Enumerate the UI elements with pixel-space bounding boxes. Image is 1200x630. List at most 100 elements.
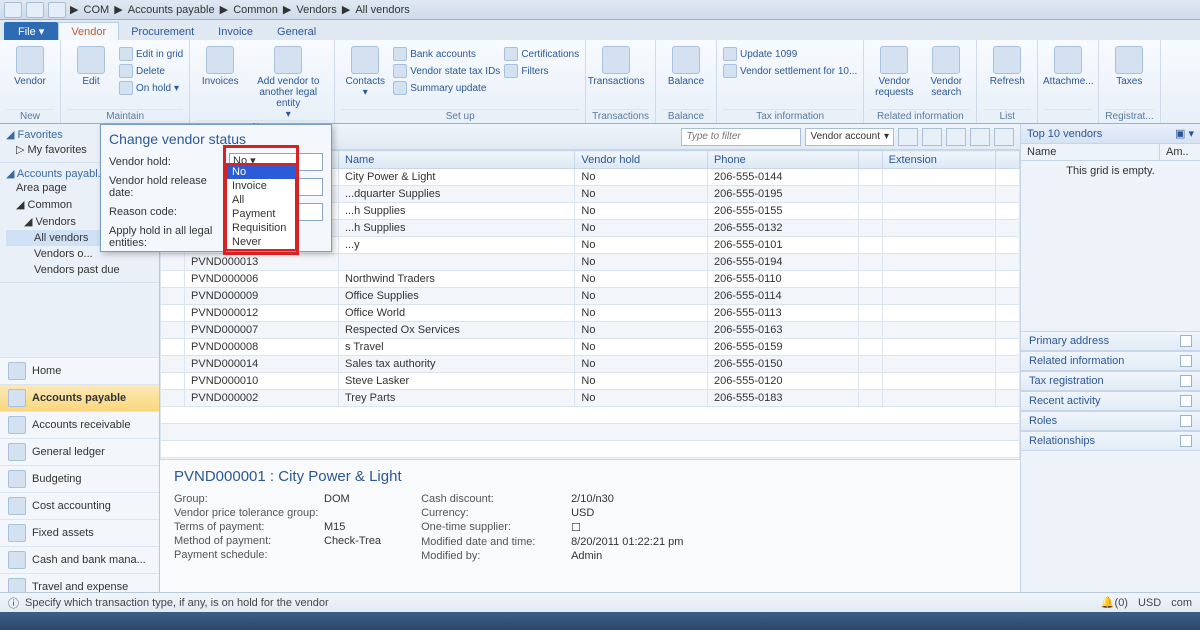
fwd-button[interactable] — [26, 2, 44, 18]
module-accounts-receivable[interactable]: Accounts receivable — [0, 411, 159, 438]
notifications-icon[interactable]: 🔔(0) — [1101, 596, 1128, 609]
hold-option-requisition[interactable]: Requisition — [227, 221, 295, 235]
bank-accounts-button[interactable]: Bank accounts — [393, 46, 500, 62]
titlebar: ▶ COM ▶ Accounts payable ▶ Common ▶ Vend… — [0, 0, 1200, 20]
table-row[interactable]: PVND000008s TravelNo206-555-0159 — [161, 339, 1020, 356]
contacts-button[interactable]: Contacts▾ — [341, 46, 389, 98]
factbox-related-information[interactable]: Related information — [1021, 351, 1200, 371]
tax-icon — [1115, 46, 1143, 74]
add-vendor-entity-button[interactable]: Add vendor to another legal entity▾ — [248, 46, 328, 120]
module-general-ledger[interactable]: General ledger — [0, 438, 159, 465]
grid-filter-button-4[interactable] — [994, 128, 1014, 146]
filter-icon — [504, 64, 518, 78]
taxes-button[interactable]: Taxes — [1105, 46, 1153, 87]
group-setup: Set up — [341, 109, 579, 123]
new-vendor-button[interactable]: Vendor — [6, 46, 54, 87]
vendor-hold-options[interactable]: NoInvoiceAllPaymentRequisitionNever — [225, 163, 297, 251]
transactions-icon — [602, 46, 630, 74]
change-vendor-status-dialog: Change vendor status Vendor hold:No ▾ Ve… — [100, 124, 332, 252]
state-tax-ids-button[interactable]: Vendor state tax IDs — [393, 63, 500, 79]
module-budgeting[interactable]: Budgeting — [0, 465, 159, 492]
module-accounts-payable[interactable]: Accounts payable — [0, 384, 159, 411]
tab-vendor[interactable]: Vendor — [58, 22, 119, 40]
attachments-button[interactable]: Attachme... — [1044, 46, 1092, 87]
on-hold-button[interactable]: On hold▾ — [119, 80, 183, 96]
tab-procurement[interactable]: Procurement — [119, 23, 206, 40]
lbl-release-date: Vendor hold release date: — [109, 175, 229, 199]
vendor-requests-button[interactable]: Vendor requests — [870, 46, 918, 98]
group-reg: Registrat... — [1105, 109, 1153, 123]
module-fixed-assets[interactable]: Fixed assets — [0, 519, 159, 546]
invoices-button[interactable]: Invoices — [196, 46, 244, 87]
tab-invoice[interactable]: Invoice — [206, 23, 265, 40]
col-header[interactable] — [995, 151, 1019, 169]
col-header[interactable]: Name — [339, 151, 575, 169]
certifications-button[interactable]: Certifications — [504, 46, 579, 62]
lbl-reason-code: Reason code: — [109, 206, 229, 218]
hold-option-invoice[interactable]: Invoice — [227, 179, 295, 193]
vendor-search-button[interactable]: Vendor search — [922, 46, 970, 98]
hold-option-no[interactable]: No — [227, 165, 295, 179]
hold-option-payment[interactable]: Payment — [227, 207, 295, 221]
module-cost-accounting[interactable]: Cost accounting — [0, 492, 159, 519]
window-icon[interactable] — [48, 2, 66, 18]
cert-icon — [504, 47, 518, 61]
col-header[interactable] — [858, 151, 882, 169]
table-row[interactable]: PVND000002Trey PartsNo206-555-0183 — [161, 390, 1020, 407]
grid-filter-button-3[interactable] — [970, 128, 990, 146]
module-cash-and-bank-mana-[interactable]: Cash and bank mana... — [0, 546, 159, 573]
file-tab[interactable]: File ▾ — [4, 22, 58, 40]
factbox-roles[interactable]: Roles — [1021, 411, 1200, 431]
factbox-tax-registration[interactable]: Tax registration — [1021, 371, 1200, 391]
go-button[interactable] — [898, 128, 918, 146]
status-text: Specify which transaction type, if any, … — [25, 597, 329, 609]
module-icon — [8, 416, 26, 434]
factbox-relationships[interactable]: Relationships — [1021, 431, 1200, 451]
table-row[interactable]: PVND000009Office SuppliesNo206-555-0114 — [161, 288, 1020, 305]
col-header[interactable]: Vendor hold — [575, 151, 708, 169]
summary-update-button[interactable]: Summary update — [393, 80, 500, 96]
module-icon — [8, 443, 26, 461]
col-header[interactable]: Phone — [707, 151, 858, 169]
table-row[interactable]: PVND000007Respected Ox ServicesNo206-555… — [161, 322, 1020, 339]
col-header[interactable]: Extension — [882, 151, 995, 169]
top-vendors-header[interactable]: Top 10 vendors▣ ▾ — [1021, 124, 1200, 144]
table-row[interactable]: PVND000014Sales tax authorityNo206-555-0… — [161, 356, 1020, 373]
balance-icon — [672, 46, 700, 74]
expand-icon — [1180, 375, 1192, 387]
vendor-settlement-button[interactable]: Vendor settlement for 10... — [723, 63, 857, 79]
hold-option-never[interactable]: Never — [227, 235, 295, 249]
vendor-icon — [16, 46, 44, 74]
table-row[interactable]: PVND000006Northwind TradersNo206-555-011… — [161, 271, 1020, 288]
expand-icon — [1180, 415, 1192, 427]
expand-icon — [1180, 435, 1192, 447]
module-icon — [8, 362, 26, 380]
update-1099-button[interactable]: Update 1099 — [723, 46, 857, 62]
edit-button[interactable]: Edit — [67, 46, 115, 87]
edit-in-grid-button[interactable]: Edit in grid — [119, 46, 183, 62]
tab-general[interactable]: General — [265, 23, 328, 40]
filters-button[interactable]: Filters — [504, 63, 579, 79]
refresh-button[interactable]: Refresh — [983, 46, 1031, 87]
filter-field-dropdown[interactable]: Vendor account ▾ — [805, 128, 894, 146]
table-row[interactable]: PVND000010Steve LaskerNo206-555-0120 — [161, 373, 1020, 390]
detail-title: PVND000001 : City Power & Light — [174, 468, 1006, 485]
grid-icon — [119, 47, 133, 61]
group-attach — [1044, 109, 1092, 123]
transactions-button[interactable]: Transactions — [592, 46, 640, 87]
detail-pane: PVND000001 : City Power & Light Group:DO… — [160, 460, 1020, 572]
table-row[interactable]: PVND000012Office WorldNo206-555-0113 — [161, 305, 1020, 322]
grid-filter-button-2[interactable] — [946, 128, 966, 146]
table-row[interactable]: PVND000013No206-555-0194 — [161, 254, 1020, 271]
nav-vendors-past-due[interactable]: Vendors past due — [6, 262, 153, 278]
module-home[interactable]: Home — [0, 357, 159, 384]
factbox-primary-address[interactable]: Primary address — [1021, 331, 1200, 351]
breadcrumb[interactable]: ▶ COM ▶ Accounts payable ▶ Common ▶ Vend… — [70, 3, 412, 16]
back-button[interactable] — [4, 2, 22, 18]
filter-input[interactable] — [681, 128, 801, 146]
hold-option-all[interactable]: All — [227, 193, 295, 207]
balance-button[interactable]: Balance — [662, 46, 710, 87]
factbox-recent-activity[interactable]: Recent activity — [1021, 391, 1200, 411]
grid-filter-button-1[interactable] — [922, 128, 942, 146]
delete-button[interactable]: Delete — [119, 63, 183, 79]
